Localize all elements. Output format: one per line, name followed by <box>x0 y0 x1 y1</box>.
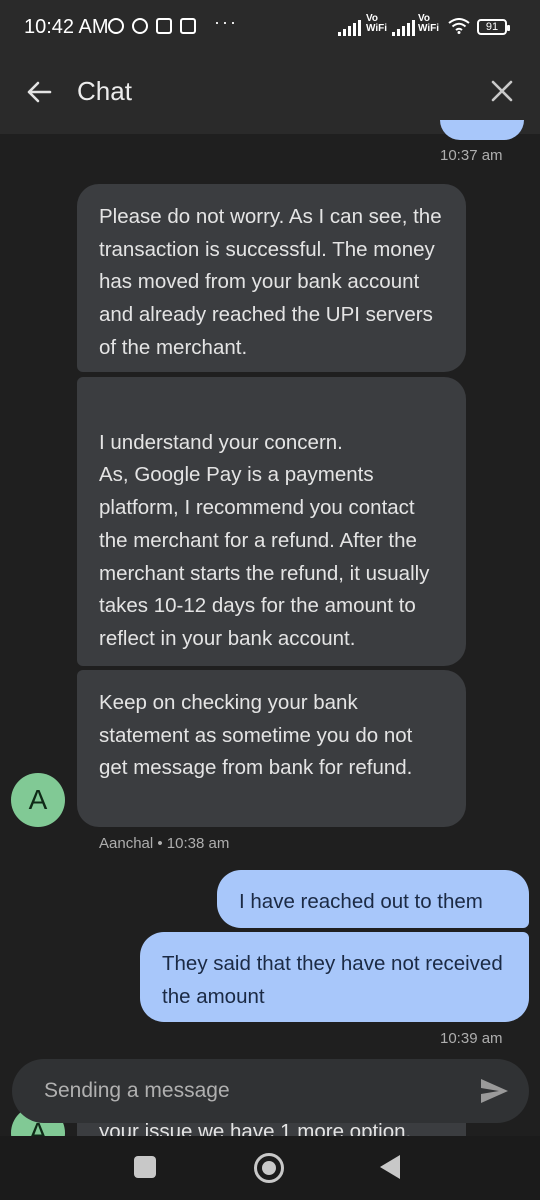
agent-message: Please do not worry. As I can see, the t… <box>77 184 466 372</box>
message-icon <box>156 18 172 34</box>
avatar: A <box>11 773 65 827</box>
vowifi-label-2: Vo WiFi <box>418 13 440 34</box>
send-icon[interactable] <box>478 1075 510 1107</box>
partial-user-bubble <box>440 120 524 140</box>
system-back-button[interactable] <box>380 1155 400 1179</box>
message-time: 10:37 am <box>440 147 503 164</box>
instagram-icon <box>180 18 196 34</box>
message-time: 10:39 am <box>440 1030 503 1047</box>
more-notifications-icon: ··· <box>214 12 238 32</box>
signal-icon-2 <box>392 20 415 36</box>
close-icon[interactable] <box>488 77 516 105</box>
recents-button[interactable] <box>134 1156 156 1178</box>
status-time: 10:42 AM <box>24 16 109 38</box>
alarm-icon <box>108 18 124 34</box>
whatsapp-icon <box>132 18 148 34</box>
vowifi-label-1: Vo WiFi <box>366 13 388 34</box>
battery-icon: 91 <box>477 19 510 35</box>
arrow-left-icon[interactable] <box>24 77 54 107</box>
message-input[interactable] <box>44 1075 444 1107</box>
user-message: They said that they have not received th… <box>140 932 529 1022</box>
signal-icon-1 <box>338 20 361 36</box>
page-title: Chat <box>77 76 132 106</box>
agent-name-time: Aanchal • 10:38 am <box>99 835 230 852</box>
status-bar: 10:42 AM ··· Vo WiFi Vo WiFi 91 <box>0 0 540 60</box>
agent-message: Keep on checking your bank statement as … <box>77 670 466 827</box>
message-composer <box>12 1059 529 1123</box>
agent-message: I understand your concern. As, Google Pa… <box>77 377 466 666</box>
notification-icons <box>108 18 196 34</box>
wifi-icon <box>448 18 470 34</box>
system-nav-bar <box>0 1136 540 1200</box>
home-button[interactable] <box>254 1153 284 1183</box>
user-message: I have reached out to them <box>217 870 529 928</box>
